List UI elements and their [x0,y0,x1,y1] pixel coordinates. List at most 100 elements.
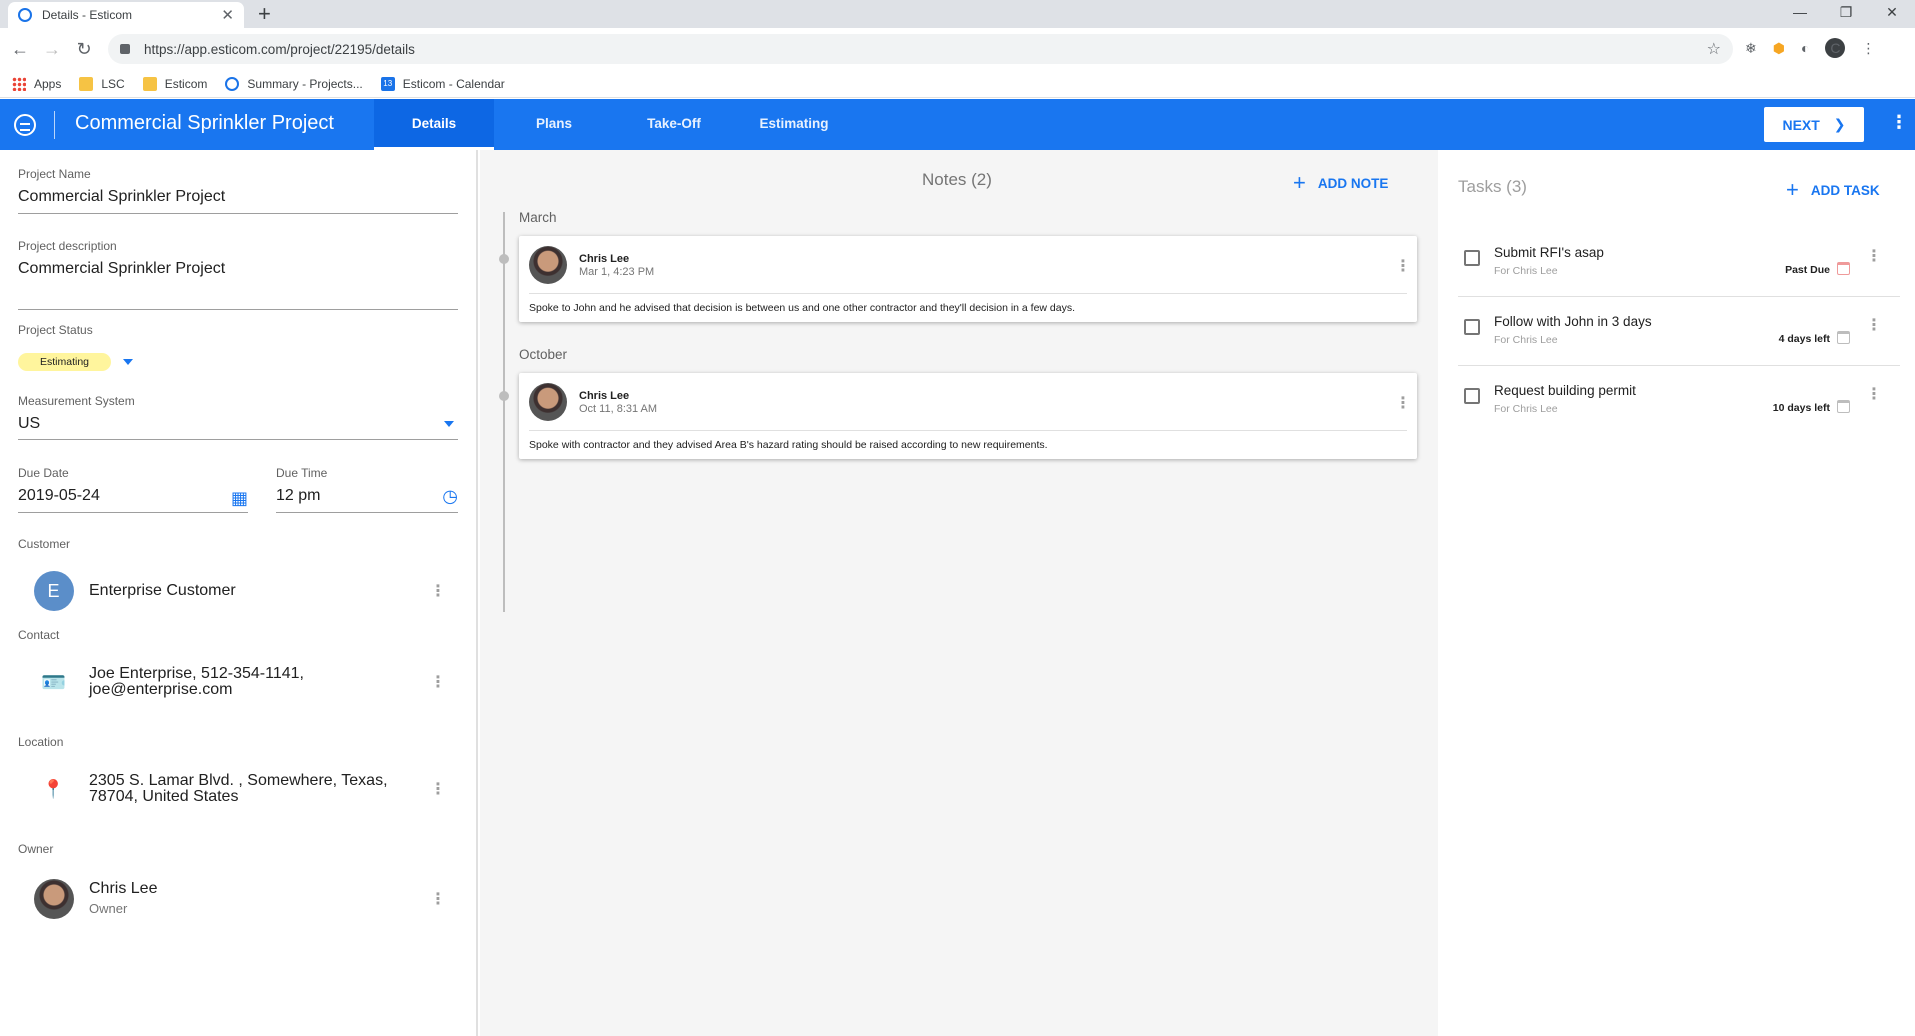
owner-avatar [33,879,74,919]
project-description-underline [18,309,458,310]
new-tab-icon[interactable]: + [258,2,271,26]
note-body: Spoke to John and he advised that decisi… [529,302,1076,314]
status-selector[interactable]: Estimating [18,353,133,371]
calendar-icon[interactable] [1837,331,1850,344]
due-time-value[interactable]: 12 pm [276,487,458,505]
measurement-dropdown-icon[interactable] [444,421,454,427]
owner-text: Chris Lee Owner [89,881,428,917]
bookmark-apps[interactable]: Apps [12,76,62,91]
calendar-icon[interactable] [1837,400,1850,413]
location-line-2: 78704, United States [89,788,239,805]
close-tab-icon[interactable]: ✕ [221,6,234,24]
bookmark-label: Summary - Projects... [247,76,363,91]
tab-estimating[interactable]: Estimating [734,99,854,150]
task-due-status: Past Due [1785,264,1830,276]
due-date-value[interactable]: 2019-05-24 [18,487,248,505]
due-date-field[interactable]: Due Date 2019-05-24 ▦ [18,466,248,508]
app-menu-icon[interactable]: ⋮ [1890,112,1908,133]
project-name-field[interactable]: Project Name Commercial Sprinkler Projec… [18,167,225,206]
task-checkbox[interactable] [1464,250,1480,266]
add-note-label: ADD NOTE [1317,175,1389,191]
notes-panel: Notes (2) + ADD NOTE March Chris Lee Mar… [480,150,1438,1036]
due-time-field[interactable]: Due Time 12 pm ◷ [276,466,458,507]
project-name-label: Project Name [18,167,91,181]
esticom-logo-icon[interactable] [14,114,36,136]
project-tabs: Details Plans Take-Off Estimating [374,99,854,150]
bookmark-esticom[interactable]: Esticom [142,76,208,91]
tab-details[interactable]: Details [374,99,494,150]
measurement-system-value[interactable]: US [18,415,458,433]
owner-more-icon[interactable]: ⋮ [428,889,448,909]
note-more-icon[interactable]: ⋮ [1395,256,1411,276]
customer-more-icon[interactable]: ⋮ [428,581,448,601]
owner-name: Chris Lee [89,880,158,897]
project-description-field[interactable]: Project description Commercial Sprinkler… [18,239,225,278]
owner-item[interactable]: Chris Lee Owner ⋮ [18,874,448,924]
note-card[interactable]: Chris Lee Oct 11, 8:31 AM ⋮ Spoke with c… [519,373,1417,459]
bookmark-lsc[interactable]: LSC [79,76,125,91]
bookmark-label: LSC [101,76,125,91]
task-item[interactable]: Request building permit For Chris Lee 10… [1458,366,1900,435]
timeline-dot [499,391,509,401]
note-more-icon[interactable]: ⋮ [1395,393,1411,413]
measurement-system-field[interactable]: Measurement System US [18,394,458,433]
tab-plans[interactable]: Plans [494,99,614,150]
chevron-right-icon: ❯ [1833,116,1846,132]
reload-icon[interactable]: ↻ [68,39,100,60]
bookmark-summary-projects[interactable]: Summary - Projects... [225,76,363,91]
add-task-button[interactable]: + ADD TASK [1786,177,1880,203]
note-date: Mar 1, 4:23 PM [579,266,655,278]
clock-icon[interactable]: ◷ [442,486,458,507]
calendar-icon: 13 [380,76,395,91]
back-icon[interactable]: ← [4,39,36,60]
browser-tab[interactable]: Details - Esticom ✕ [8,2,244,28]
address-bar[interactable]: https://app.esticom.com/project/22195/de… [108,34,1733,64]
close-window-icon[interactable]: ✕ [1869,4,1915,21]
customer-avatar: E [33,571,74,611]
task-item[interactable]: Follow with John in 3 days For Chris Lee… [1458,297,1900,366]
note-author-avatar [529,246,567,284]
task-more-icon[interactable]: ⋮ [1866,384,1882,404]
note-card[interactable]: Chris Lee Mar 1, 4:23 PM ⋮ Spoke to John… [519,236,1417,322]
honey-extension-icon[interactable]: ⬢ [1773,40,1785,57]
circle-extension-icon[interactable]: ◐ [1801,40,1809,56]
tab-take-off[interactable]: Take-Off [614,99,734,150]
map-pin-icon: 📍 [42,778,65,799]
project-details-panel: Project Name Commercial Sprinkler Projec… [0,150,478,1036]
project-description-value[interactable]: Commercial Sprinkler Project [18,260,225,278]
location-more-icon[interactable]: ⋮ [428,779,448,799]
calendar-icon[interactable] [1837,262,1850,275]
snowflake-extension-icon[interactable]: ❄ [1745,40,1757,57]
status-dropdown-icon[interactable] [122,358,133,365]
contact-item[interactable]: 🪪 Joe Enterprise, 512-354-1141, joe@ente… [18,657,448,707]
task-more-icon[interactable]: ⋮ [1866,246,1882,266]
calendar-icon[interactable]: ▦ [231,488,248,509]
bookmark-label: Apps [34,76,62,91]
minimize-icon[interactable]: — [1777,4,1823,21]
contact-label: Contact [18,628,60,642]
customer-item[interactable]: E Enterprise Customer ⋮ [18,566,448,616]
task-checkbox[interactable] [1464,319,1480,335]
bookmark-star-icon[interactable]: ☆ [1707,39,1721,59]
task-checkbox[interactable] [1464,388,1480,404]
task-more-icon[interactable]: ⋮ [1866,315,1882,335]
forward-icon[interactable]: → [36,39,68,60]
project-name-value[interactable]: Commercial Sprinkler Project [18,188,225,206]
next-button[interactable]: NEXT ❯ [1764,107,1864,142]
add-note-button[interactable]: + ADD NOTE [1293,170,1388,196]
status-badge[interactable]: Estimating [18,353,112,371]
project-name-underline [18,213,458,214]
note-month: March [519,210,557,225]
contact-more-icon[interactable]: ⋮ [428,672,448,692]
next-label: NEXT [1782,116,1820,133]
browser-menu-icon[interactable]: ⋮ [1861,40,1875,57]
bookmark-label: Esticom [164,76,208,91]
bookmark-calendar[interactable]: 13 Esticom - Calendar [380,76,505,91]
location-item[interactable]: 📍 2305 S. Lamar Blvd. , Somewhere, Texas… [18,764,448,814]
restore-icon[interactable]: ❐ [1823,4,1869,21]
task-item[interactable]: Submit RFI's asap For Chris Lee Past Due… [1458,228,1900,297]
address-url[interactable]: https://app.esticom.com/project/22195/de… [144,42,1707,57]
profile-avatar[interactable]: C [1825,38,1846,58]
location-label: Location [18,735,64,749]
task-due-status: 10 days left [1772,402,1830,414]
